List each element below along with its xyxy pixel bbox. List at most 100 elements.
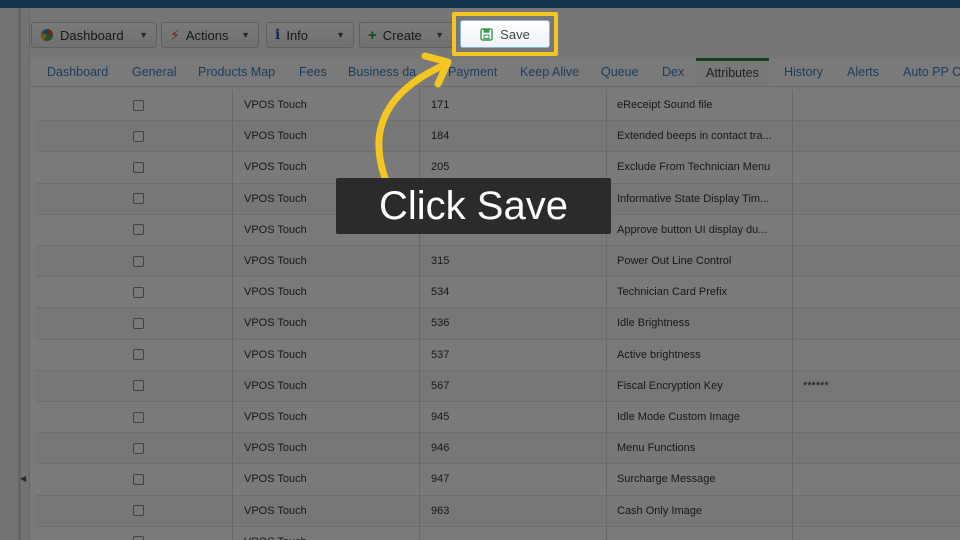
cell-type: VPOS Touch [244,379,307,392]
row-checkbox-cell [133,184,144,214]
row-checkbox-cell [133,371,144,401]
dashboard-dropdown-button[interactable]: Dashboard ▼ [31,22,157,48]
table-row[interactable]: VPOS Touch 315 Power Out Line Control [36,246,960,278]
row-checkbox[interactable] [133,224,144,236]
tab-alerts[interactable]: Alerts [847,58,879,86]
info-icon: i [275,27,281,43]
row-checkbox[interactable] [133,255,144,267]
tab-products-map[interactable]: Products Map [198,58,275,86]
tab-dex[interactable]: Dex [662,58,684,86]
row-checkbox-cell [133,90,144,120]
top-app-bar [0,0,960,8]
tab-attributes[interactable]: Attributes [696,58,769,86]
tab-keep-alive[interactable]: Keep Alive [520,58,579,86]
row-checkbox-cell [133,152,144,182]
cell-name: Approve button UI display du... [617,223,768,236]
pointer-arrow-icon [375,52,452,182]
tab-general[interactable]: General [132,58,176,86]
row-checkbox[interactable] [133,536,144,540]
cell-type: VPOS Touch [244,411,307,424]
cell-name: Informative State Display Tim... [617,192,770,205]
cell-id: 946 [431,442,450,455]
caret-down-icon: ▼ [435,30,444,40]
row-checkbox[interactable] [133,505,144,517]
row-checkbox[interactable] [133,349,144,361]
row-checkbox[interactable] [133,411,144,423]
row-checkbox[interactable] [133,161,144,173]
table-row[interactable]: VPOS Touch 945 Idle Mode Custom Image [36,402,960,434]
cell-id: 315 [431,255,450,268]
cell-type: VPOS Touch [244,223,307,236]
cell-name: Exclude From Technician Menu [617,161,771,174]
actions-dropdown-button[interactable]: ⚡︎ Actions ▼ [161,22,259,48]
row-checkbox-cell [133,433,144,463]
table-row[interactable]: VPOS Touch 171 eReceipt Sound file [36,90,960,122]
cell-type: VPOS Touch [244,161,307,174]
lightning-icon: ⚡︎ [170,26,180,43]
row-checkbox[interactable] [133,380,144,392]
save-icon [480,27,493,41]
table-row[interactable]: VPOS Touch 567 Fiscal Encryption Key ****** [36,370,960,402]
tab-auto-pp-config[interactable]: Auto PP Co [903,58,960,86]
table-row[interactable]: VPOS Touch 536 Idle Brightness [36,308,960,340]
cell-type: VPOS Touch [244,192,307,205]
save-button[interactable]: Save [460,20,550,48]
cell-id: 963 [431,504,450,517]
cell-type: VPOS Touch [244,130,307,143]
pie-chart-icon [40,28,54,42]
row-checkbox-cell [133,308,144,338]
cell-name: Cash Only Image [617,504,702,517]
row-checkbox[interactable] [133,286,144,298]
left-panel-gutter: ◀ [0,8,30,540]
row-checkbox-cell [133,464,144,494]
caret-down-icon: ▼ [241,30,250,40]
table-row[interactable]: VPOS Touch 537 Active brightness [36,340,960,371]
table-row[interactable]: VPOS Touch 534 Technician Card Prefix [36,277,960,309]
cell-name: Active brightness [617,348,701,361]
panel-splitter[interactable] [18,8,21,540]
row-checkbox-cell [133,496,144,526]
table-row[interactable]: VPOS Touch 947 Surcharge Message [36,464,960,496]
row-checkbox-cell [133,340,144,370]
table-row[interactable]: VPOS Touch [36,527,960,540]
caret-down-icon: ▼ [336,30,345,40]
cell-id: 536 [431,317,450,330]
cell-name: Surcharge Message [617,473,716,486]
info-dropdown-button[interactable]: i Info ▼ [266,22,354,48]
cell-name: Technician Card Prefix [617,286,728,299]
row-checkbox[interactable] [133,317,144,329]
table-row[interactable]: VPOS Touch 963 Cash Only Image [36,495,960,527]
column-divider [606,90,607,540]
save-label: Save [500,26,530,42]
row-checkbox-cell [133,527,144,540]
tab-fees[interactable]: Fees [299,58,327,86]
cell-id: 945 [431,411,450,424]
row-checkbox-cell [133,402,144,432]
row-checkbox[interactable] [133,130,144,142]
tab-history[interactable]: History [784,58,823,86]
row-checkbox-cell [133,121,144,151]
row-checkbox[interactable] [133,442,144,454]
row-checkbox-cell [133,277,144,307]
cell-name: eReceipt Sound file [617,99,713,112]
cell-name: Idle Brightness [617,317,690,330]
cell-value: ****** [803,379,829,392]
cell-type: VPOS Touch [244,473,307,486]
attributes-grid: VPOS Touch 171 eReceipt Sound file VPOS Tou… [36,90,960,540]
cell-type: VPOS Touch [244,286,307,299]
row-checkbox[interactable] [133,473,144,485]
tab-dashboard[interactable]: Dashboard [47,58,108,86]
splitter-grip-icon[interactable]: ◀ [20,474,26,483]
actions-label: Actions [185,27,229,43]
cell-id: 534 [431,286,450,299]
cell-type: VPOS Touch [244,442,307,455]
cell-type: VPOS Touch [244,348,307,361]
row-checkbox[interactable] [133,193,144,205]
cell-name: Power Out Line Control [617,255,732,268]
table-row[interactable]: VPOS Touch 184 Extended beeps in contact t… [36,121,960,153]
row-checkbox[interactable] [133,99,144,111]
table-row[interactable]: VPOS Touch 946 Menu Functions [36,433,960,465]
tab-queue[interactable]: Queue [601,58,639,86]
column-divider [792,90,793,540]
cell-name: Idle Mode Custom Image [617,411,740,424]
